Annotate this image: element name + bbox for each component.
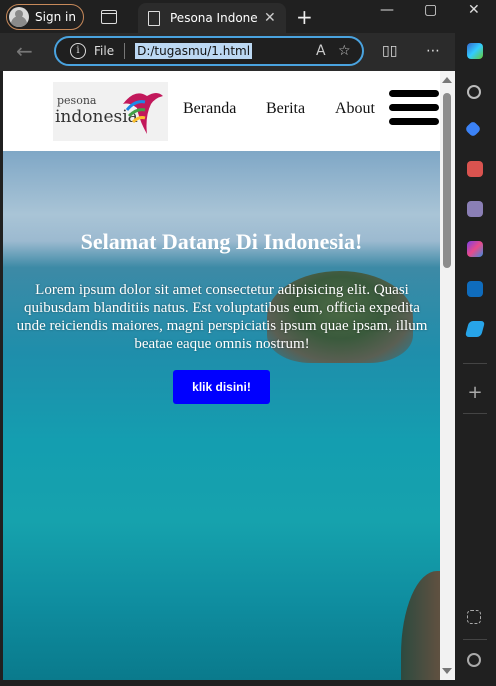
scroll-up-arrow-icon[interactable]	[442, 77, 452, 83]
copilot-icon[interactable]	[467, 43, 483, 59]
info-icon[interactable]: i	[70, 43, 86, 59]
edge-sidebar: +	[455, 33, 496, 686]
address-bar[interactable]: i File D:/tugasmu/1.html A ☆	[54, 36, 364, 66]
tab-title: Pesona Indonesia	[170, 11, 258, 25]
new-tab-icon[interactable]: +	[296, 5, 313, 29]
back-arrow-icon[interactable]: ←	[16, 39, 33, 63]
collections-tag-icon[interactable]	[464, 120, 482, 138]
browser-tab-bar: Sign in Pesona Indonesia ✕ + — ▢ ✕	[0, 0, 496, 33]
page-viewport: pesona indonesia Beranda Berita About Se…	[3, 71, 440, 680]
hamburger-menu-icon[interactable]	[389, 90, 439, 132]
split-screen-icon[interactable]: ▯▯	[382, 43, 397, 59]
outlook-icon[interactable]	[467, 281, 483, 297]
hero-description: Lorem ipsum dolor sit amet consectetur a…	[16, 282, 428, 352]
scrollbar-thumb[interactable]	[443, 93, 451, 268]
logo-line1: pesona	[57, 94, 97, 107]
logo-bird-icon	[123, 93, 163, 134]
screenshot-icon[interactable]	[467, 610, 481, 624]
close-tab-icon[interactable]: ✕	[264, 10, 276, 26]
address-divider	[124, 43, 126, 59]
hero-title: Selamat Datang Di Indonesia!	[80, 229, 363, 254]
favorite-star-icon[interactable]: ☆	[338, 43, 351, 59]
scroll-down-arrow-icon[interactable]	[442, 668, 452, 674]
hamburger-bar	[389, 90, 439, 97]
telegram-icon[interactable]	[464, 321, 486, 337]
nav-link-beranda[interactable]: Beranda	[183, 100, 236, 118]
address-bar-row: ← i File D:/tugasmu/1.html A ☆ ▯▯ ⋯	[0, 33, 496, 71]
url-text[interactable]: D:/tugasmu/1.html	[135, 43, 253, 59]
nav-link-berita[interactable]: Berita	[266, 100, 305, 118]
read-aloud-icon[interactable]: A	[316, 43, 326, 59]
site-navbar: pesona indonesia Beranda Berita About	[3, 71, 440, 151]
cta-button[interactable]: klik disini!	[173, 370, 270, 404]
document-icon	[148, 10, 160, 26]
maximize-icon[interactable]: ▢	[424, 2, 437, 18]
pesona-indonesia-logo[interactable]: pesona indonesia	[53, 82, 168, 141]
add-icon[interactable]: +	[467, 384, 483, 402]
hamburger-bar	[389, 104, 439, 111]
sign-in-label: Sign in	[35, 10, 76, 24]
tools-briefcase-icon[interactable]	[467, 161, 483, 177]
settings-gear-icon[interactable]	[467, 653, 481, 667]
profile-avatar-icon	[9, 7, 29, 27]
sign-in-button[interactable]: Sign in	[6, 4, 84, 30]
hamburger-bar	[389, 118, 439, 125]
address-scheme-label: File	[94, 44, 115, 58]
minimize-icon[interactable]: —	[380, 2, 394, 18]
nav-link-about[interactable]: About	[335, 100, 375, 118]
games-icon[interactable]	[467, 201, 483, 217]
hero-cliff-image	[401, 571, 440, 680]
more-options-icon[interactable]: ⋯	[426, 43, 440, 59]
vertical-scrollbar[interactable]	[440, 71, 455, 680]
sidebar-divider	[463, 363, 487, 364]
microsoft-365-icon[interactable]	[467, 241, 483, 257]
tab-actions-icon[interactable]	[101, 10, 117, 24]
sidebar-divider	[463, 639, 487, 640]
browser-tab[interactable]: Pesona Indonesia ✕	[138, 3, 286, 33]
close-window-icon[interactable]: ✕	[468, 2, 480, 18]
sidebar-divider	[463, 413, 487, 414]
hero-section: Selamat Datang Di Indonesia! Lorem ipsum…	[3, 151, 440, 680]
search-icon[interactable]	[467, 85, 481, 99]
